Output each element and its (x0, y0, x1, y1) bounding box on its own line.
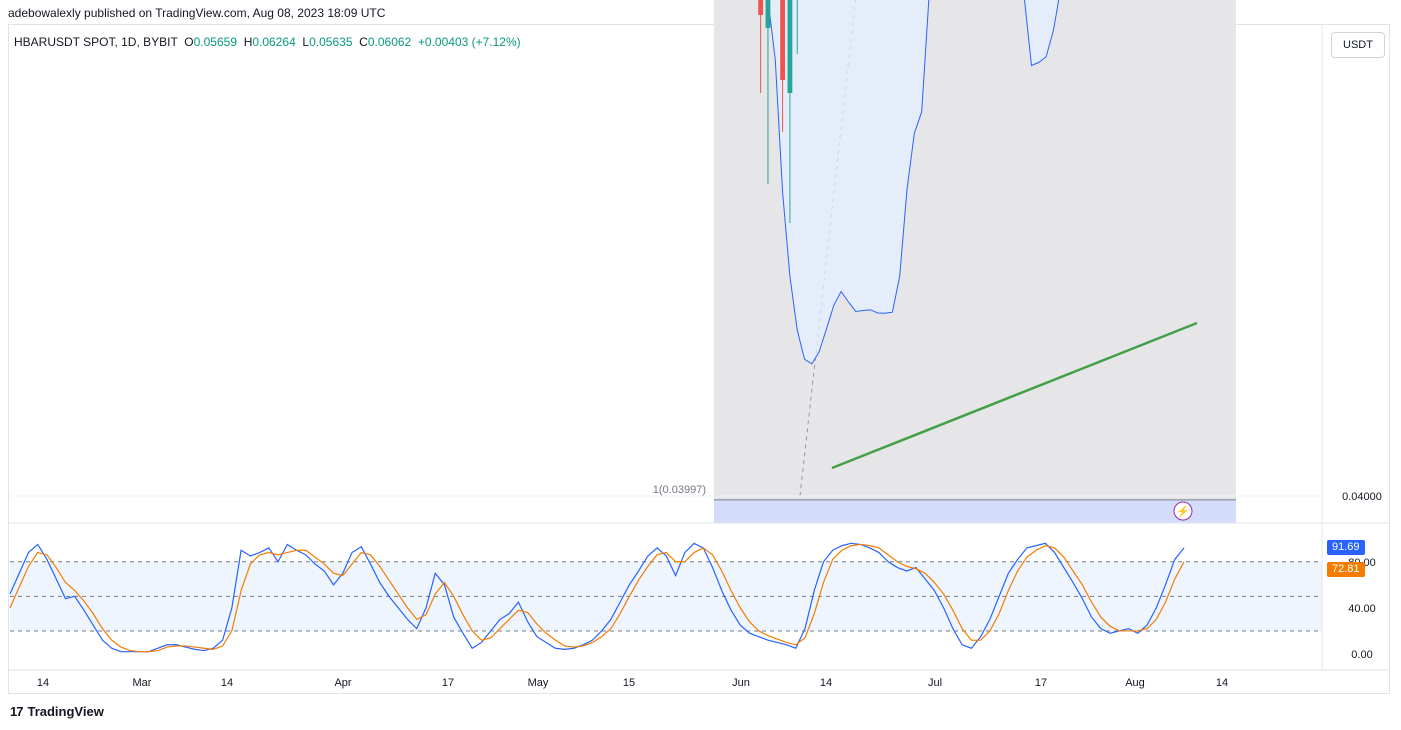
time-tick-label: 15 (623, 677, 635, 689)
time-tick-label: Jun (732, 677, 750, 689)
candle-body (765, 0, 771, 28)
stoch-tick-label: 0.00 (1351, 649, 1372, 661)
candle-body (787, 0, 793, 93)
time-tick-label: 14 (1216, 677, 1228, 689)
price-tick-label: 0.04000 (1342, 491, 1382, 503)
tradingview-logo-icon: 17 (10, 704, 24, 719)
time-tick-label: 14 (37, 677, 49, 689)
stoch-value-label: 72.81 (1327, 562, 1365, 578)
stochastic-pane: 80.0040.000.00 (9, 542, 1376, 661)
change-value: +0.00403 (+7.12%) (417, 35, 521, 49)
symbol-legend: HBARUSDT SPOT, 1D, BYBIT O0.05659 H0.062… (14, 35, 521, 49)
time-tick-label: 14 (221, 677, 233, 689)
time-tick-label: May (528, 677, 549, 689)
symbol-name: HBARUSDT SPOT, 1D, BYBIT (14, 35, 178, 49)
tradingview-footer: 17 TradingView (10, 704, 104, 719)
time-tick-label: Apr (334, 677, 351, 689)
currency-button[interactable]: USDT (1331, 32, 1385, 58)
candle-body (780, 0, 785, 80)
lightning-icon: ⚡ (1176, 505, 1190, 518)
time-tick-label: 17 (1035, 677, 1047, 689)
fib-zone (714, 499, 1236, 523)
time-tick-label: Jul (928, 677, 942, 689)
time-tick-label: 14 (820, 677, 832, 689)
open-value: 0.05659 (193, 35, 238, 49)
time-tick-label: Mar (133, 677, 152, 689)
alert-badge: ⚡ (1173, 501, 1193, 521)
price-chart[interactable]: 0(0.06995)0.236(0.06288)0.382(0.05850)0.… (0, 0, 1401, 730)
time-tick-label: Aug (1125, 677, 1145, 689)
low-value: 0.05635 (309, 35, 353, 49)
high-value: 0.06264 (252, 35, 296, 49)
stoch-value-label: 91.69 (1327, 540, 1365, 556)
fib-level-label: 1(0.03997) (653, 484, 706, 496)
candle-body (758, 0, 764, 15)
brand-name: TradingView (27, 704, 104, 719)
stoch-tick-label: 40.00 (1348, 603, 1376, 615)
fib-retracement[interactable]: 0(0.06995)0.236(0.06288)0.382(0.05850)0.… (631, 0, 1236, 523)
time-tick-label: 17 (442, 677, 454, 689)
close-value: 0.06062 (367, 35, 412, 49)
